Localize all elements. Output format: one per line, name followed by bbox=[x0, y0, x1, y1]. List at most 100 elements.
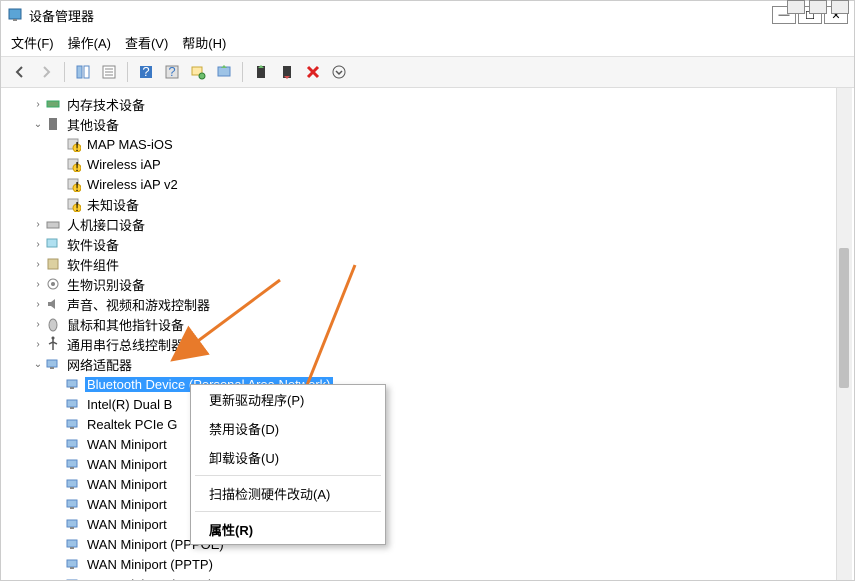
chevron-right-icon[interactable]: › bbox=[31, 259, 45, 270]
network-icon bbox=[65, 436, 81, 452]
action-icon[interactable]: ? bbox=[161, 61, 183, 83]
warning-device-icon: ! bbox=[65, 136, 81, 152]
menu-disable-device[interactable]: 禁用设备(D) bbox=[191, 414, 385, 443]
vertical-scrollbar[interactable] bbox=[836, 88, 852, 580]
svg-text:!: ! bbox=[75, 139, 79, 152]
back-button[interactable] bbox=[9, 61, 31, 83]
network-icon bbox=[65, 416, 81, 432]
svg-text:?: ? bbox=[168, 64, 175, 79]
uninstall-device-icon[interactable] bbox=[302, 61, 324, 83]
tree-item-wan-pptp[interactable]: WAN Miniport (PPTP) bbox=[11, 554, 836, 574]
sound-icon bbox=[45, 296, 61, 312]
tree-item-map-mas-ios[interactable]: !MAP MAS-iOS bbox=[11, 134, 836, 154]
other-devices-icon bbox=[45, 116, 61, 132]
window-title: 设备管理器 bbox=[29, 6, 94, 25]
chevron-right-icon[interactable]: › bbox=[31, 99, 45, 110]
menu-divider bbox=[195, 475, 381, 476]
network-icon bbox=[65, 516, 81, 532]
network-icon bbox=[65, 536, 81, 552]
svg-text:!: ! bbox=[75, 199, 79, 212]
menu-scan-hardware[interactable]: 扫描检测硬件改动(A) bbox=[191, 479, 385, 508]
chevron-right-icon[interactable]: › bbox=[31, 219, 45, 230]
hid-icon bbox=[45, 216, 61, 232]
tree-item-wan-5[interactable]: WAN Miniport bbox=[11, 514, 836, 534]
chevron-down-icon[interactable]: ⌄ bbox=[31, 359, 45, 370]
tree-item-wan-3[interactable]: WAN Miniport bbox=[11, 474, 836, 494]
down-arrow-icon[interactable] bbox=[328, 61, 350, 83]
enable-device-icon[interactable] bbox=[250, 61, 272, 83]
tree-item-wireless-iap-v2[interactable]: !Wireless iAP v2 bbox=[11, 174, 836, 194]
menu-action[interactable]: 操作(A) bbox=[68, 33, 111, 52]
scan-hardware-icon[interactable] bbox=[187, 61, 209, 83]
menu-uninstall-device[interactable]: 卸载设备(U) bbox=[191, 443, 385, 472]
tree-item-wan-pppoe[interactable]: WAN Miniport (PPPOE) bbox=[11, 534, 836, 554]
software-device-icon bbox=[45, 236, 61, 252]
tree-item-wireless-iap[interactable]: !Wireless iAP bbox=[11, 154, 836, 174]
tree-item-network-adapters[interactable]: ⌄网络适配器 bbox=[11, 354, 836, 374]
update-driver-icon[interactable] bbox=[213, 61, 235, 83]
context-menu: 更新驱动程序(P) 禁用设备(D) 卸载设备(U) 扫描检测硬件改动(A) 属性… bbox=[190, 384, 386, 545]
svg-text:?: ? bbox=[142, 64, 149, 79]
forward-button[interactable] bbox=[35, 61, 57, 83]
extra-btn-2[interactable] bbox=[809, 0, 827, 14]
disable-device-icon[interactable] bbox=[276, 61, 298, 83]
network-icon bbox=[65, 556, 81, 572]
tree-item-wan-4[interactable]: WAN Miniport bbox=[11, 494, 836, 514]
svg-text:!: ! bbox=[75, 179, 79, 192]
menu-help[interactable]: 帮助(H) bbox=[182, 33, 226, 52]
tree-item-other-devices[interactable]: ⌄其他设备 bbox=[11, 114, 836, 134]
network-icon bbox=[65, 456, 81, 472]
chevron-down-icon[interactable]: ⌄ bbox=[31, 119, 45, 130]
network-icon bbox=[65, 476, 81, 492]
tree-item-memory-tech[interactable]: ›内存技术设备 bbox=[11, 94, 836, 114]
mouse-icon bbox=[45, 316, 61, 332]
device-tree[interactable]: ›内存技术设备 ⌄其他设备 !MAP MAS-iOS !Wireless iAP… bbox=[1, 88, 836, 580]
titlebar-extra-buttons bbox=[785, 0, 849, 14]
menu-update-driver[interactable]: 更新驱动程序(P) bbox=[191, 385, 385, 414]
menu-file[interactable]: 文件(F) bbox=[11, 33, 54, 52]
component-icon bbox=[45, 256, 61, 272]
menu-view[interactable]: 查看(V) bbox=[125, 33, 168, 52]
tree-item-bluetooth-pan[interactable]: Bluetooth Device (Personal Area Network) bbox=[11, 374, 836, 394]
warning-device-icon: ! bbox=[65, 176, 81, 192]
tree-item-software-components[interactable]: ›软件组件 bbox=[11, 254, 836, 274]
warning-device-icon: ! bbox=[65, 196, 81, 212]
extra-btn-3[interactable] bbox=[831, 0, 849, 14]
tree-item-wan-sstp[interactable]: WAN Miniport (SSTP) bbox=[11, 574, 836, 580]
show-hide-console-icon[interactable] bbox=[72, 61, 94, 83]
chevron-right-icon[interactable]: › bbox=[31, 279, 45, 290]
tree-item-hid[interactable]: ›人机接口设备 bbox=[11, 214, 836, 234]
titlebar: 设备管理器 — ☐ ✕ bbox=[1, 1, 854, 29]
tree-item-usb-controllers[interactable]: ›通用串行总线控制器 bbox=[11, 334, 836, 354]
tree-item-unknown-device[interactable]: !未知设备 bbox=[11, 194, 836, 214]
help-icon[interactable]: ? bbox=[135, 61, 157, 83]
usb-icon bbox=[45, 336, 61, 352]
extra-btn-1[interactable] bbox=[787, 0, 805, 14]
network-adapter-icon bbox=[45, 356, 61, 372]
chevron-right-icon[interactable]: › bbox=[31, 299, 45, 310]
tree-item-intel-dual[interactable]: Intel(R) Dual B bbox=[11, 394, 836, 414]
tree-item-mouse[interactable]: ›鼠标和其他指针设备 bbox=[11, 314, 836, 334]
device-manager-window: 设备管理器 — ☐ ✕ 文件(F) 操作(A) 查看(V) 帮助(H) ? ? … bbox=[0, 0, 855, 581]
tree-item-software-devices[interactable]: ›软件设备 bbox=[11, 234, 836, 254]
menu-divider bbox=[195, 511, 381, 512]
tree-item-wan-2[interactable]: WAN Miniport bbox=[11, 454, 836, 474]
memory-icon bbox=[45, 96, 61, 112]
chevron-right-icon[interactable]: › bbox=[31, 319, 45, 330]
network-icon bbox=[65, 576, 81, 580]
tree-item-realtek[interactable]: Realtek PCIe G bbox=[11, 414, 836, 434]
menu-properties[interactable]: 属性(R) bbox=[191, 515, 385, 544]
menubar: 文件(F) 操作(A) 查看(V) 帮助(H) bbox=[1, 29, 854, 57]
tree-item-biometric[interactable]: ›生物识别设备 bbox=[11, 274, 836, 294]
chevron-right-icon[interactable]: › bbox=[31, 339, 45, 350]
app-icon bbox=[7, 7, 23, 23]
network-icon bbox=[65, 396, 81, 412]
tree-item-wan-1[interactable]: WAN Miniport bbox=[11, 434, 836, 454]
chevron-right-icon[interactable]: › bbox=[31, 239, 45, 250]
svg-text:!: ! bbox=[75, 159, 79, 172]
network-icon bbox=[65, 496, 81, 512]
scrollbar-thumb[interactable] bbox=[839, 248, 849, 388]
content-area: ›内存技术设备 ⌄其他设备 !MAP MAS-iOS !Wireless iAP… bbox=[1, 88, 854, 580]
tree-item-sound[interactable]: ›声音、视频和游戏控制器 bbox=[11, 294, 836, 314]
properties-icon[interactable] bbox=[98, 61, 120, 83]
